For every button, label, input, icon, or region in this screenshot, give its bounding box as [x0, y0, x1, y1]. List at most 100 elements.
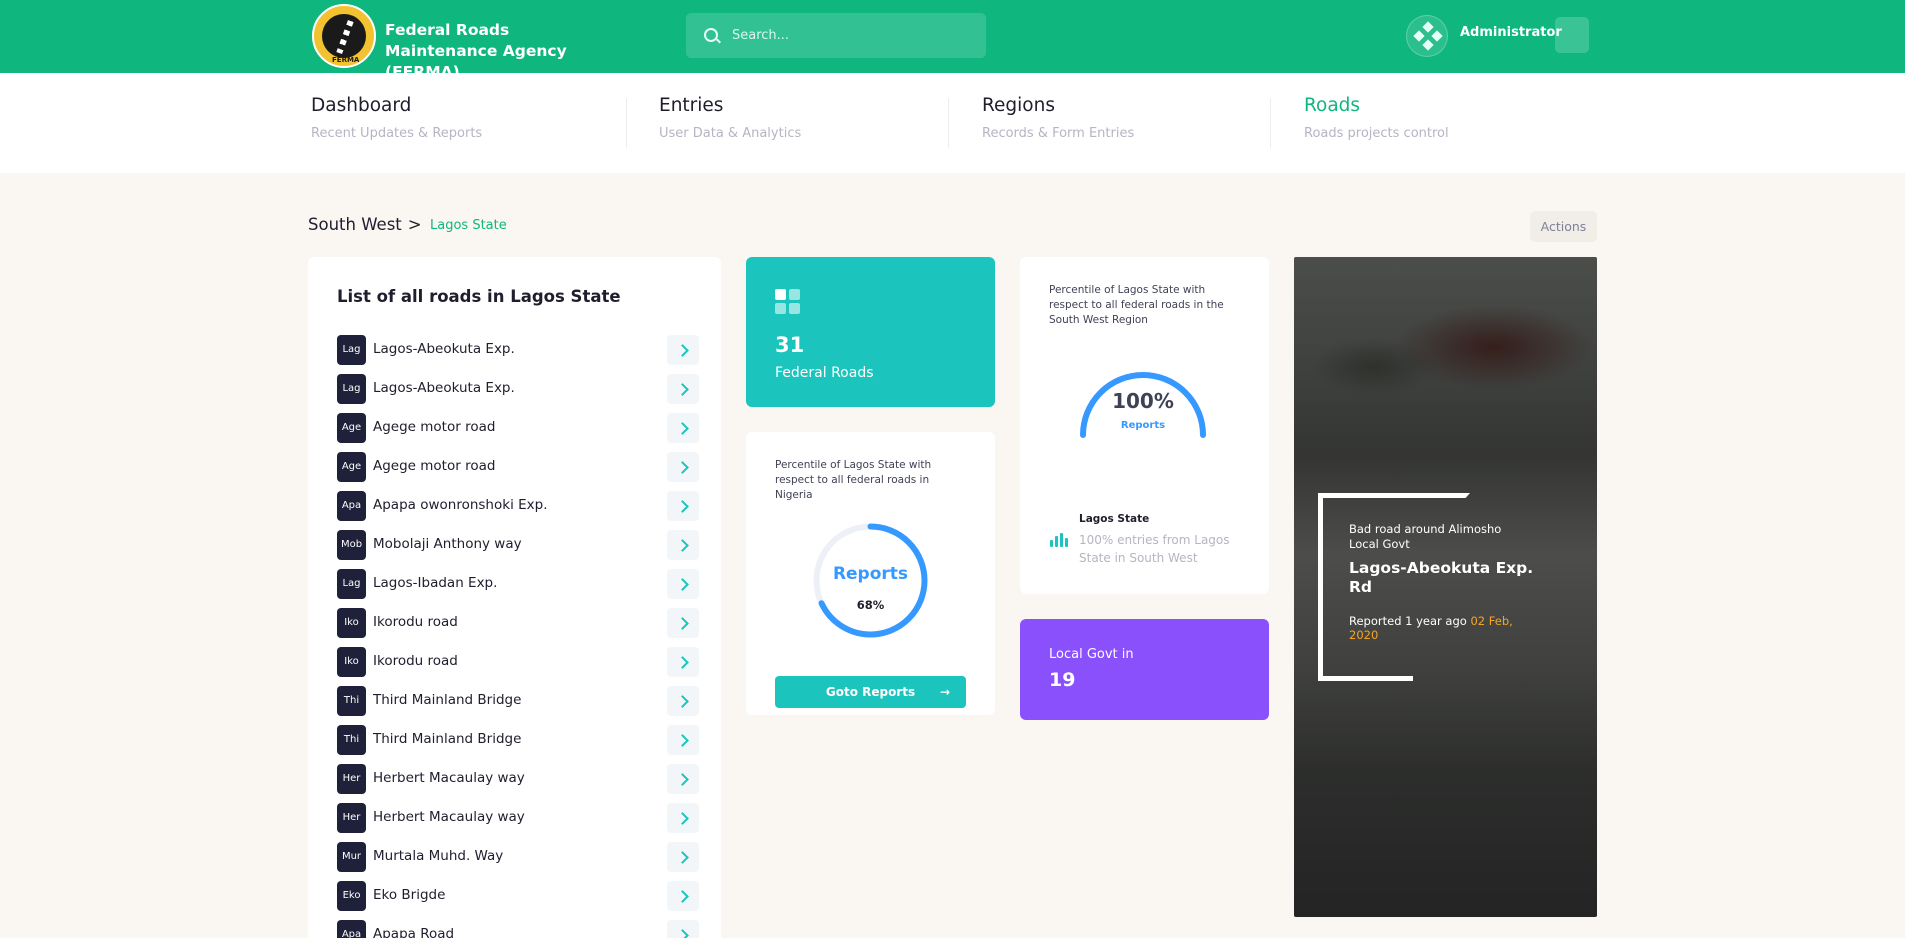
search-input[interactable]	[732, 13, 972, 58]
nav-divider	[1270, 98, 1271, 148]
avatar-diamond-icon	[1413, 30, 1425, 42]
chevron-right-icon[interactable]	[667, 335, 699, 365]
user-name[interactable]: Administrator	[1460, 25, 1562, 40]
chevron-right-icon[interactable]	[667, 725, 699, 755]
road-list-item[interactable]: Apa Apapa owonronshoki Exp.	[337, 491, 699, 521]
logo-text: FERMA	[332, 56, 360, 64]
breadcrumb: South West > Lagos State	[308, 215, 507, 234]
road-list-item[interactable]: Age Agege motor road	[337, 413, 699, 443]
southwest-percentile-description: Percentile of Lagos State with respect t…	[1049, 284, 1224, 326]
road-report-photo-card[interactable]: Bad road around Alimosho Local Govt Lago…	[1294, 257, 1597, 917]
photo-subtitle: Bad road around Alimosho Local Govt	[1349, 522, 1502, 551]
chevron-right-icon[interactable]	[667, 608, 699, 638]
chevron-right-icon[interactable]	[667, 920, 699, 938]
road-abbr-badge: Age	[337, 413, 366, 443]
federal-roads-card[interactable]: 31 Federal Roads	[746, 257, 995, 407]
goto-reports-button[interactable]: Goto Reports →	[775, 676, 966, 708]
reported-text: Reported 1 year ago	[1349, 614, 1467, 628]
chevron-right-icon[interactable]	[667, 686, 699, 716]
road-list-item[interactable]: Her Herbert Macaulay way	[337, 803, 699, 833]
photo-reported: Reported 1 year ago 02 Feb, 2020	[1349, 614, 1529, 642]
local-govt-label: Local Govt in	[1049, 647, 1134, 662]
road-list-item[interactable]: Mur Murtala Muhd. Way	[337, 842, 699, 872]
road-name: Lagos-Abeokuta Exp.	[373, 380, 515, 396]
user-avatar[interactable]	[1406, 15, 1448, 57]
avatar-diamond-icon	[1431, 30, 1443, 42]
road-name: Agege motor road	[373, 458, 496, 474]
breadcrumb-separator: >	[407, 215, 422, 234]
road-list-item[interactable]: Age Agege motor road	[337, 452, 699, 482]
road-abbr-badge: Mur	[337, 842, 366, 872]
chevron-right-icon[interactable]	[667, 452, 699, 482]
user-menu-button[interactable]	[1555, 17, 1589, 53]
road-list-item[interactable]: Lag Lagos-Abeokuta Exp.	[337, 374, 699, 404]
chevron-right-icon[interactable]	[667, 842, 699, 872]
road-name: Third Mainland Bridge	[373, 692, 522, 708]
ferma-logo[interactable]: FERMA	[312, 4, 376, 68]
roads-list-card: List of all roads in Lagos State Lag Lago…	[308, 257, 721, 938]
nigeria-percentile-description: Percentile of Lagos State with respect t…	[775, 459, 932, 501]
breadcrumb-current[interactable]: Lagos State	[430, 218, 507, 233]
nigeria-percentile-card: Percentile of Lagos State with respect t…	[746, 432, 995, 715]
road-abbr-badge: Her	[337, 764, 366, 794]
southwest-stat-description: 100% entries from Lagos State in South W…	[1079, 533, 1230, 565]
road-list-item[interactable]: Iko Ikorodu road	[337, 608, 699, 638]
search-box[interactable]	[686, 13, 986, 58]
road-abbr-badge: Mob	[337, 530, 366, 560]
nav-regions[interactable]: Regions Records & Form Entries	[982, 95, 1134, 155]
southwest-stat-title: Lagos State	[1079, 513, 1150, 525]
road-list-item[interactable]: Apa Apapa Road	[337, 920, 699, 938]
chevron-right-icon[interactable]	[667, 803, 699, 833]
road-list-item[interactable]: Iko Ikorodu road	[337, 647, 699, 677]
chevron-right-icon[interactable]	[667, 413, 699, 443]
actions-button[interactable]: Actions	[1530, 211, 1597, 242]
road-list-item[interactable]: Thi Third Mainland Bridge	[337, 686, 699, 716]
chevron-right-icon[interactable]	[667, 881, 699, 911]
nav-dashboard[interactable]: Dashboard Recent Updates & Reports	[311, 95, 482, 155]
chevron-right-icon[interactable]	[667, 647, 699, 677]
nav-subtitle: User Data & Analytics	[659, 126, 802, 141]
chevron-right-icon[interactable]	[667, 374, 699, 404]
nav-title: Entries	[659, 95, 724, 116]
local-govt-card[interactable]: Local Govt in 19	[1020, 619, 1269, 720]
gauge-value: 100%	[1112, 389, 1174, 413]
grid-icon	[775, 289, 803, 317]
road-name: Apapa Road	[373, 926, 455, 938]
nav-subtitle: Records & Form Entries	[982, 126, 1135, 141]
nav-subtitle: Roads projects control	[1304, 126, 1449, 141]
roads-list-title: List of all roads in Lagos State	[337, 287, 621, 306]
nav-roads[interactable]: Roads Roads projects control	[1304, 95, 1449, 155]
road-name: Agege motor road	[373, 419, 496, 435]
road-name: Apapa owonronshoki Exp.	[373, 497, 548, 513]
road-list-item[interactable]: Lag Lagos-Ibadan Exp.	[337, 569, 699, 599]
federal-roads-count: 31	[775, 333, 805, 357]
bar-chart-icon	[1050, 533, 1068, 547]
road-abbr-badge: Lag	[337, 335, 366, 365]
nav-entries[interactable]: Entries User Data & Analytics	[659, 95, 801, 155]
road-icon	[336, 19, 354, 55]
road-name: Murtala Muhd. Way	[373, 848, 504, 864]
road-list-item[interactable]: Lag Lagos-Abeokuta Exp.	[337, 335, 699, 365]
road-list-item[interactable]: Her Herbert Macaulay way	[337, 764, 699, 794]
avatar-diamond-icon	[1422, 21, 1434, 33]
road-abbr-badge: Thi	[337, 725, 366, 755]
gauge-label: Reports	[1120, 420, 1166, 431]
road-name: Lagos-Ibadan Exp.	[373, 575, 498, 591]
road-list-item[interactable]: Thi Third Mainland Bridge	[337, 725, 699, 755]
chevron-right-icon[interactable]	[667, 491, 699, 521]
road-abbr-badge: Age	[337, 452, 366, 482]
road-list-item[interactable]: Eko Eko Brigde	[337, 881, 699, 911]
nav-title: Dashboard	[311, 95, 412, 116]
logo-emblem	[322, 14, 366, 58]
road-list-item[interactable]: Mob Mobolaji Anthony way	[337, 530, 699, 560]
road-abbr-badge: Lag	[337, 569, 366, 599]
chevron-right-icon[interactable]	[667, 764, 699, 794]
chevron-right-icon[interactable]	[667, 569, 699, 599]
road-name: Herbert Macaulay way	[373, 770, 525, 786]
chevron-right-icon[interactable]	[667, 530, 699, 560]
top-bar: FERMA Federal Roads Maintenance Agency (…	[0, 0, 1905, 81]
road-name: Lagos-Abeokuta Exp.	[373, 341, 515, 357]
avatar-diamond-icon	[1422, 39, 1434, 51]
nav-title: Regions	[982, 95, 1055, 116]
breadcrumb-region[interactable]: South West	[308, 215, 402, 234]
